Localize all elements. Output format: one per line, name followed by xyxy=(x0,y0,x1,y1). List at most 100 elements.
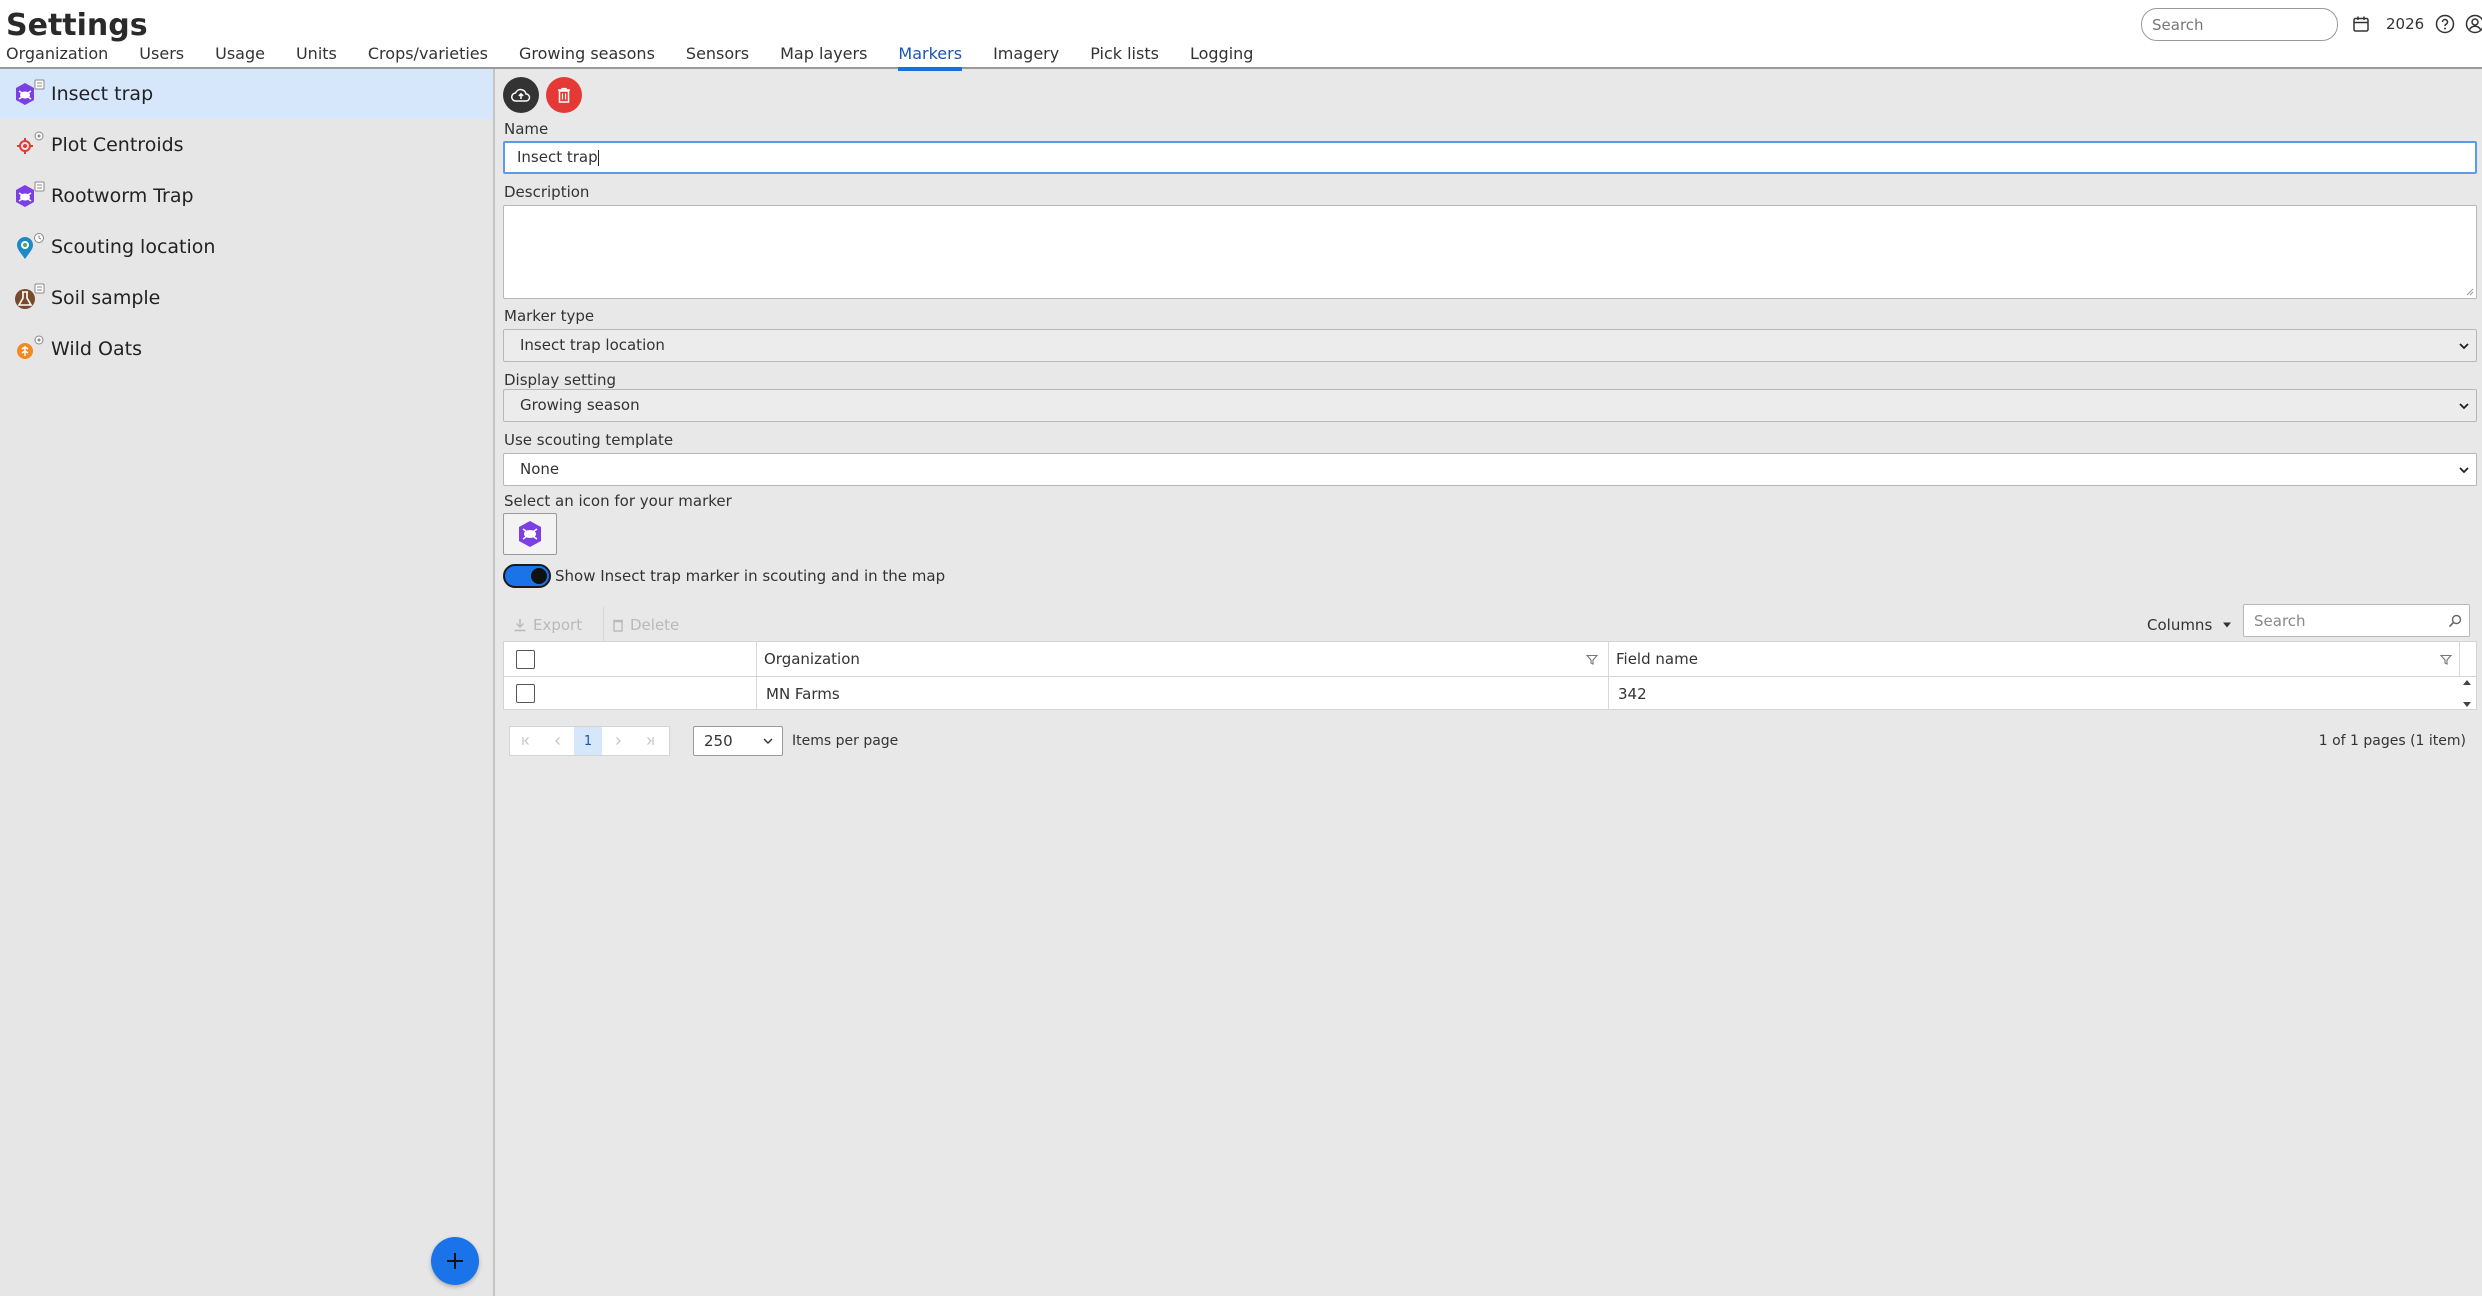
sidebar-item-rootworm-trap[interactable]: Rootworm Trap xyxy=(0,171,493,221)
caret-down-icon xyxy=(2223,622,2232,628)
marker-type-value: Insect trap location xyxy=(520,336,665,354)
select-all-checkbox[interactable] xyxy=(516,649,535,669)
sidebar-item-label: Soil sample xyxy=(51,287,161,309)
chevron-down-icon xyxy=(2459,403,2469,410)
save-button[interactable] xyxy=(503,77,539,113)
display-setting-select[interactable]: Growing season xyxy=(503,389,2477,422)
column-header-field-name[interactable]: Field name xyxy=(1616,642,1698,676)
year-selector[interactable]: 2026 xyxy=(2386,15,2424,33)
download-icon xyxy=(514,619,526,632)
first-page-button[interactable] xyxy=(510,727,542,755)
search-icon[interactable] xyxy=(2447,613,2463,629)
delete-marker-button[interactable] xyxy=(546,77,582,113)
calendar-icon[interactable] xyxy=(2350,13,2372,35)
header-search-input[interactable] xyxy=(2141,8,2338,41)
page-title: Settings xyxy=(6,8,148,43)
previous-page-button[interactable] xyxy=(542,727,574,755)
sidebar-item-label: Wild Oats xyxy=(51,338,142,360)
marker-type-label: Marker type xyxy=(504,307,595,325)
toggle-knob xyxy=(531,568,547,584)
column-divider xyxy=(1608,642,1609,676)
sidebar-item-insect-trap[interactable]: Insect trap xyxy=(0,69,493,119)
soil-sample-icon xyxy=(10,283,48,315)
resize-handle-icon[interactable] xyxy=(2464,286,2474,296)
plot-centroid-icon xyxy=(10,130,48,162)
name-input[interactable]: Insect trap xyxy=(503,141,2477,174)
column-divider xyxy=(1608,677,1609,710)
scouting-location-icon xyxy=(10,232,48,264)
tab-sensors[interactable]: Sensors xyxy=(686,44,749,71)
name-input-value: Insect trap xyxy=(517,148,598,166)
tab-users[interactable]: Users xyxy=(139,44,184,71)
tab-imagery[interactable]: Imagery xyxy=(993,44,1059,71)
column-header-organization[interactable]: Organization xyxy=(764,642,860,676)
column-divider xyxy=(2459,642,2460,676)
columns-dropdown-label: Columns xyxy=(2147,616,2213,634)
sidebar-item-label: Insect trap xyxy=(51,83,154,105)
items-per-page-value: 250 xyxy=(704,732,733,750)
scroll-arrows-icon xyxy=(2463,680,2471,707)
marker-type-select[interactable]: Insect trap location xyxy=(503,329,2477,362)
chevron-down-icon xyxy=(2459,467,2469,474)
columns-dropdown[interactable]: Columns xyxy=(2147,609,2232,641)
plus-icon xyxy=(447,1253,463,1269)
select-all-cell xyxy=(516,642,535,676)
sidebar-item-label: Scouting location xyxy=(51,236,216,258)
add-marker-button[interactable] xyxy=(431,1237,479,1285)
show-marker-toggle[interactable] xyxy=(503,564,551,588)
insect-trap-icon xyxy=(10,79,48,111)
help-icon[interactable] xyxy=(2434,13,2456,35)
grid-vertical-scrollbar[interactable] xyxy=(2458,677,2476,710)
wild-oats-icon xyxy=(10,334,48,366)
tab-organization[interactable]: Organization xyxy=(6,44,108,71)
name-label: Name xyxy=(504,120,549,138)
filter-icon[interactable] xyxy=(2440,654,2452,666)
tab-pick-lists[interactable]: Pick lists xyxy=(1090,44,1159,71)
user-account-icon[interactable] xyxy=(2464,13,2482,35)
tab-crops-varieties[interactable]: Crops/varieties xyxy=(368,44,488,71)
chevron-right-icon xyxy=(616,737,621,745)
page-number-button[interactable]: 1 xyxy=(574,727,602,755)
description-label: Description xyxy=(504,183,590,201)
delete-rows-button-label: Delete xyxy=(630,616,680,634)
last-page-icon xyxy=(647,737,654,745)
tab-map-layers[interactable]: Map layers xyxy=(780,44,867,71)
description-textarea[interactable] xyxy=(503,205,2477,299)
sidebar-item-soil-sample[interactable]: Soil sample xyxy=(0,273,493,323)
delete-rows-button[interactable]: Delete xyxy=(603,607,687,643)
sidebar-item-label: Rootworm Trap xyxy=(51,185,194,207)
marker-list-sidebar: Insect trap Plot Centroids Rootworm Trap… xyxy=(0,69,495,1296)
header-actions: 2026 xyxy=(2350,12,2482,36)
grid-header-row: Organization Field name xyxy=(504,642,2476,677)
grid-search-input[interactable] xyxy=(2243,604,2470,637)
tab-bar: Organization Users Usage Units Crops/var… xyxy=(6,44,1284,71)
sidebar-item-plot-centroids[interactable]: Plot Centroids xyxy=(0,120,493,170)
trash-icon xyxy=(613,619,623,632)
items-per-page-select[interactable]: 250 xyxy=(693,726,783,756)
row-checkbox[interactable] xyxy=(516,684,535,703)
tab-markers[interactable]: Markers xyxy=(898,44,963,71)
display-setting-value: Growing season xyxy=(520,396,640,414)
tab-usage[interactable]: Usage xyxy=(215,44,265,71)
show-marker-toggle-label: Show Insect trap marker in scouting and … xyxy=(555,567,946,585)
tab-logging[interactable]: Logging xyxy=(1190,44,1253,71)
cloud-upload-icon xyxy=(511,88,531,102)
icon-select-label: Select an icon for your marker xyxy=(504,492,732,510)
tab-units[interactable]: Units xyxy=(296,44,337,71)
table-row[interactable]: MN Farms 342 xyxy=(504,677,2476,710)
next-page-button[interactable] xyxy=(602,727,634,755)
filter-icon[interactable] xyxy=(1586,654,1598,666)
sidebar-item-scouting-location[interactable]: Scouting location xyxy=(0,222,493,272)
marker-icon-picker[interactable] xyxy=(503,513,557,555)
sidebar-item-wild-oats[interactable]: Wild Oats xyxy=(0,324,493,374)
insect-trap-icon xyxy=(519,521,541,547)
scouting-template-value: None xyxy=(520,460,560,478)
trash-icon xyxy=(558,87,570,103)
chevron-left-icon xyxy=(555,737,560,745)
export-button[interactable]: Export xyxy=(505,607,590,643)
last-page-button[interactable] xyxy=(634,727,666,755)
header: Settings Organization Users Usage Units … xyxy=(0,0,2482,71)
scouting-template-select[interactable]: None xyxy=(503,453,2477,486)
tab-growing-seasons[interactable]: Growing seasons xyxy=(519,44,655,71)
pager-info: 1 of 1 pages (1 item) xyxy=(2318,733,2466,749)
